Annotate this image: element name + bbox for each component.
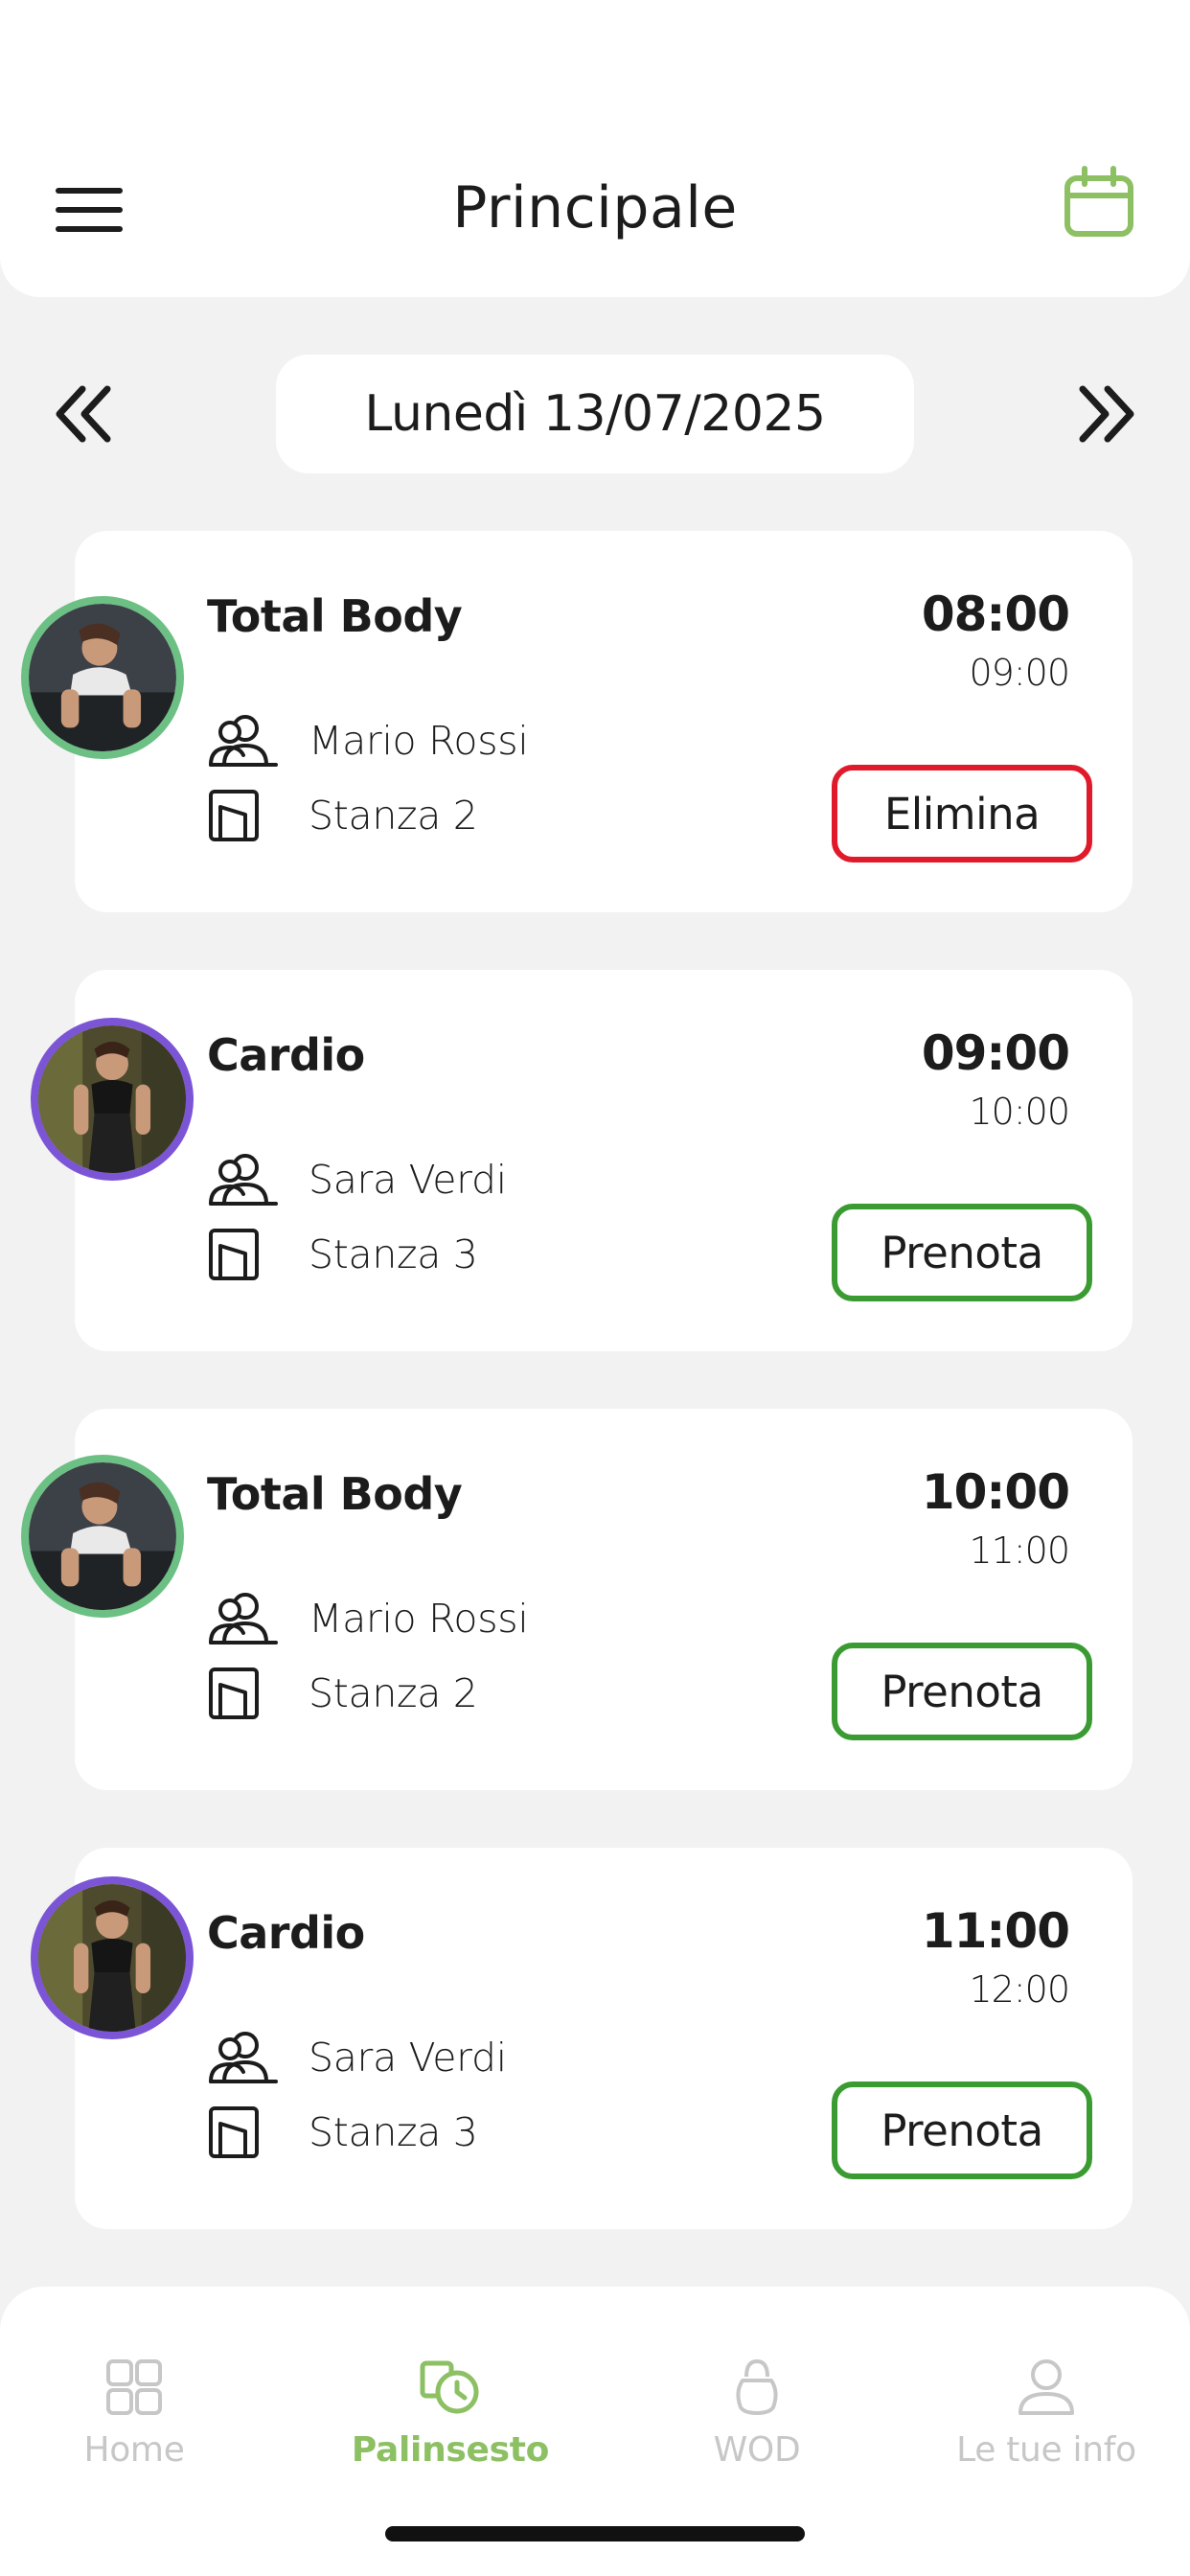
instructor-name: Sara Verdi — [309, 2035, 507, 2081]
book-button[interactable]: Prenota — [832, 2082, 1092, 2179]
class-name: Total Body — [207, 1468, 463, 1520]
schedule-icon — [419, 2358, 482, 2417]
class-card: Cardio Sara Verdi Stanza 3 09:00 10:00 P… — [31, 970, 1133, 1351]
room-row: Stanza 3 — [207, 1225, 478, 1284]
tab-label: Le tue info — [956, 2430, 1136, 2470]
tab-label: Palinsesto — [351, 2430, 550, 2470]
end-time: 10:00 — [969, 1091, 1070, 1133]
start-time: 11:00 — [921, 1903, 1070, 1959]
page-title: Principale — [452, 174, 738, 242]
tab-wod[interactable]: WOD — [613, 2358, 901, 2492]
class-avatar — [31, 1876, 194, 2039]
date-navigation: Lunedì 13/07/2025 — [0, 355, 1190, 473]
tab-profile[interactable]: Le tue info — [903, 2358, 1190, 2492]
home-indicator — [385, 2526, 805, 2542]
grid-icon — [103, 2358, 166, 2417]
class-card: Cardio Sara Verdi Stanza 3 11:00 12:00 P… — [31, 1848, 1133, 2229]
room-name: Stanza 3 — [309, 2109, 478, 2155]
door-icon — [207, 786, 280, 845]
room-row: Stanza 2 — [207, 1664, 478, 1723]
instructor-name: Sara Verdi — [309, 1157, 507, 1203]
tab-label: WOD — [713, 2430, 801, 2470]
instructor-row: Mario Rossi — [207, 711, 529, 770]
room-name: Stanza 3 — [309, 1231, 478, 1277]
tab-label: Home — [83, 2430, 185, 2470]
kettlebell-icon — [725, 2358, 789, 2417]
class-avatar — [31, 1018, 194, 1181]
start-time: 08:00 — [921, 586, 1070, 642]
users-icon — [207, 1150, 280, 1209]
room-name: Stanza 2 — [309, 793, 478, 839]
class-card: Total Body Mario Rossi Stanza 2 08:00 09… — [21, 531, 1133, 912]
double-chevron-left-icon[interactable] — [54, 383, 113, 445]
instructor-row: Sara Verdi — [207, 2028, 507, 2087]
door-icon — [207, 2103, 280, 2162]
room-row: Stanza 3 — [207, 2103, 478, 2162]
instructor-row: Sara Verdi — [207, 1150, 507, 1209]
start-time: 09:00 — [921, 1025, 1070, 1081]
book-button[interactable]: Prenota — [832, 1643, 1092, 1740]
class-name: Cardio — [207, 1029, 365, 1081]
date-selector[interactable]: Lunedì 13/07/2025 — [276, 355, 914, 473]
users-icon — [207, 2028, 280, 2087]
tab-palinsesto[interactable]: Palinsesto — [307, 2358, 594, 2492]
class-card: Total Body Mario Rossi Stanza 2 10:00 11… — [21, 1409, 1133, 1790]
class-avatar — [21, 596, 184, 759]
instructor-name: Mario Rossi — [309, 1596, 529, 1642]
users-icon — [207, 1589, 280, 1648]
end-time: 12:00 — [969, 1968, 1070, 2011]
class-name: Cardio — [207, 1907, 365, 1959]
users-icon — [207, 711, 280, 770]
tab-home[interactable]: Home — [0, 2358, 278, 2492]
double-chevron-right-icon[interactable] — [1077, 383, 1136, 445]
user-icon — [1015, 2358, 1078, 2417]
instructor-row: Mario Rossi — [207, 1589, 529, 1648]
book-button[interactable]: Prenota — [832, 1204, 1092, 1301]
room-row: Stanza 2 — [207, 786, 478, 845]
class-avatar — [21, 1455, 184, 1618]
door-icon — [207, 1225, 280, 1284]
top-header: Principale — [0, 0, 1190, 297]
end-time: 11:00 — [969, 1530, 1070, 1572]
start-time: 10:00 — [921, 1464, 1070, 1520]
room-name: Stanza 2 — [309, 1670, 478, 1716]
instructor-name: Mario Rossi — [309, 718, 529, 764]
end-time: 09:00 — [969, 652, 1070, 694]
calendar-icon[interactable] — [1064, 165, 1134, 238]
delete-booking-button[interactable]: Elimina — [832, 765, 1092, 862]
class-name: Total Body — [207, 590, 463, 642]
door-icon — [207, 1664, 280, 1723]
